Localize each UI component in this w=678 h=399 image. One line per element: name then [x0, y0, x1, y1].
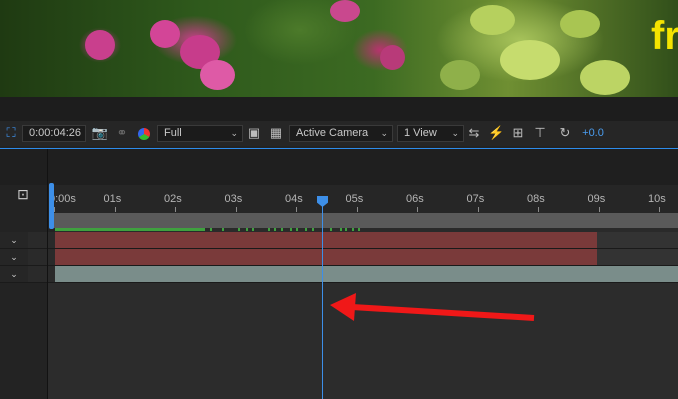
annotation-arrow: [330, 293, 535, 321]
arrow-shaft: [351, 304, 535, 321]
arrowhead: [330, 293, 356, 321]
